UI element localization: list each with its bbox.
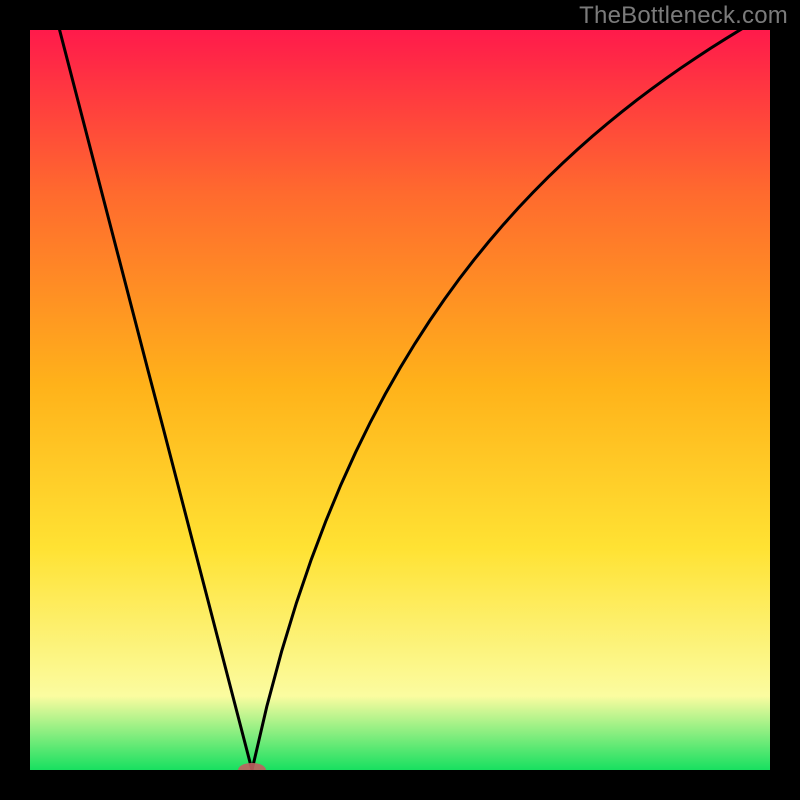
minimum-marker	[238, 763, 266, 777]
watermark-text: TheBottleneck.com	[579, 2, 788, 30]
chart-root: TheBottleneck.com	[0, 0, 800, 800]
gradient-background	[30, 30, 770, 770]
plot-svg	[0, 0, 800, 800]
